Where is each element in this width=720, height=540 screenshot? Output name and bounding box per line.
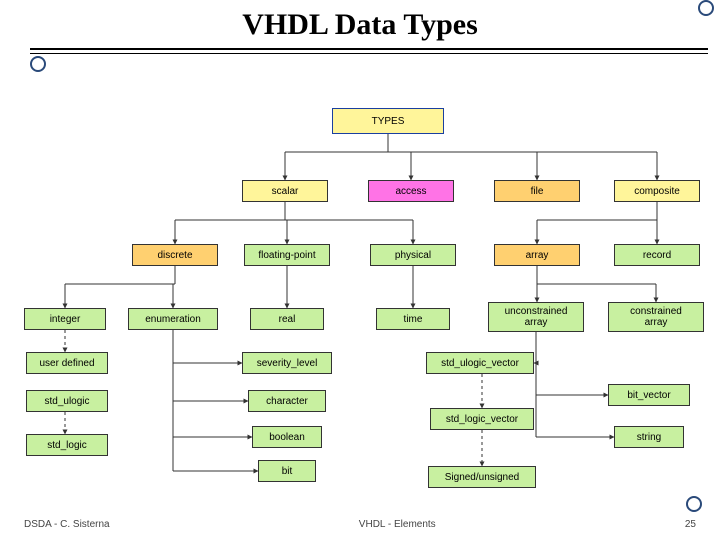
node-types: TYPES bbox=[332, 108, 444, 134]
slide-title: VHDL Data Types bbox=[0, 8, 720, 42]
title-rule-thin bbox=[30, 53, 708, 54]
node-real: real bbox=[250, 308, 324, 330]
node-time: time bbox=[376, 308, 450, 330]
connector-lines bbox=[0, 0, 720, 540]
node-physical: physical bbox=[370, 244, 456, 266]
decor-circle-bottom-right bbox=[686, 496, 702, 512]
title-rule-thick bbox=[30, 48, 708, 50]
node-std_ulogic: std_ulogic bbox=[26, 390, 108, 412]
node-severity: severity_level bbox=[242, 352, 332, 374]
footer-author: DSDA - C. Sisterna bbox=[24, 519, 110, 530]
decor-circle-left bbox=[30, 56, 46, 72]
node-boolean: boolean bbox=[252, 426, 322, 448]
node-string: string bbox=[614, 426, 684, 448]
node-composite: composite bbox=[614, 180, 700, 202]
node-std_logic: std_logic bbox=[26, 434, 108, 456]
footer-center: VHDL - Elements bbox=[359, 519, 436, 530]
decor-circle-right bbox=[698, 0, 714, 16]
footer-page-number: 25 bbox=[685, 519, 696, 530]
node-bit_vector: bit_vector bbox=[608, 384, 690, 406]
node-signed: Signed/unsigned bbox=[428, 466, 536, 488]
node-userdef: user defined bbox=[26, 352, 108, 374]
node-constrained: constrained array bbox=[608, 302, 704, 332]
node-record: record bbox=[614, 244, 700, 266]
node-floating: floating-point bbox=[244, 244, 330, 266]
node-array: array bbox=[494, 244, 580, 266]
node-std_logic_vector: std_logic_vector bbox=[430, 408, 534, 430]
node-discrete: discrete bbox=[132, 244, 218, 266]
node-file: file bbox=[494, 180, 580, 202]
node-integer: integer bbox=[24, 308, 106, 330]
node-scalar: scalar bbox=[242, 180, 328, 202]
node-std_ulogic_vector: std_ulogic_vector bbox=[426, 352, 534, 374]
node-enumeration: enumeration bbox=[128, 308, 218, 330]
node-bit: bit bbox=[258, 460, 316, 482]
node-unconstrained: unconstrained array bbox=[488, 302, 584, 332]
node-access: access bbox=[368, 180, 454, 202]
node-character: character bbox=[248, 390, 326, 412]
